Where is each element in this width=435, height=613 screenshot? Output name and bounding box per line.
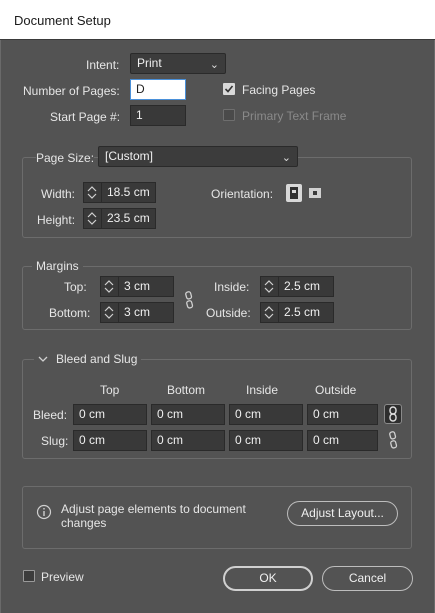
stepper-icon: [87, 212, 97, 225]
height-input[interactable]: 23.5 cm: [101, 208, 156, 229]
margin-outside-label: Outside:: [206, 306, 251, 320]
adjust-layout-message: Adjust page elements to document changes: [61, 502, 246, 530]
bleed-outside-input[interactable]: 0 cm: [307, 404, 378, 425]
start-page-input[interactable]: 1: [130, 105, 186, 126]
chevron-down-icon: ⌄: [281, 152, 291, 164]
margin-bottom-stepper[interactable]: [100, 302, 118, 323]
preview-label: Preview: [41, 570, 84, 584]
page-size-dropdown[interactable]: [Custom] ⌄: [98, 146, 298, 167]
slug-top-input[interactable]: 0 cm: [73, 430, 147, 451]
checkmark-icon: [224, 85, 234, 93]
intent-dropdown[interactable]: Print ⌄: [130, 53, 226, 74]
adjust-layout-button[interactable]: Adjust Layout...: [287, 501, 398, 526]
preview-checkbox[interactable]: [23, 570, 35, 582]
intent-value: Print: [137, 56, 162, 70]
margin-outside-input[interactable]: 2.5 cm: [278, 302, 334, 323]
slug-bottom-input[interactable]: 0 cm: [151, 430, 225, 451]
ok-button[interactable]: OK: [223, 566, 313, 591]
stepper-icon: [264, 306, 274, 319]
height-label: Height:: [37, 213, 76, 227]
landscape-orientation-icon[interactable]: [308, 186, 322, 200]
stepper-icon: [87, 186, 97, 199]
primary-text-frame-label: Primary Text Frame: [242, 109, 347, 123]
stepper-icon: [104, 306, 114, 319]
width-stepper[interactable]: [83, 182, 101, 203]
facing-pages-label: Facing Pages: [242, 83, 316, 97]
stepper-icon: [104, 280, 114, 293]
broken-link-icon[interactable]: [183, 291, 195, 309]
bleed-header-bottom: Bottom: [167, 383, 206, 397]
margin-inside-label: Inside:: [214, 280, 250, 294]
margin-inside-stepper[interactable]: [260, 276, 278, 297]
stepper-icon: [264, 280, 274, 293]
window-title: Document Setup: [14, 13, 111, 28]
broken-link-icon[interactable]: [386, 431, 400, 449]
margins-title: Margins: [32, 259, 83, 273]
page-size-value: [Custom]: [105, 149, 154, 163]
margin-top-stepper[interactable]: [100, 276, 118, 297]
info-icon: [36, 504, 52, 520]
margin-outside-stepper[interactable]: [260, 302, 278, 323]
slug-inside-input[interactable]: 0 cm: [229, 430, 303, 451]
portrait-orientation-icon[interactable]: [286, 184, 302, 202]
primary-text-frame-checkbox[interactable]: [223, 109, 235, 121]
chevron-down-icon: ⌄: [209, 59, 219, 71]
margin-bottom-label: Bottom:: [49, 306, 91, 320]
margin-bottom-input[interactable]: 3 cm: [118, 302, 174, 323]
bleed-label: Bleed:: [33, 408, 68, 422]
width-label: Width:: [41, 187, 76, 201]
bleed-bottom-input[interactable]: 0 cm: [151, 404, 225, 425]
number-of-pages-label: Number of Pages:: [23, 84, 120, 98]
height-stepper[interactable]: [83, 208, 101, 229]
margin-inside-input[interactable]: 2.5 cm: [278, 276, 334, 297]
bleed-top-input[interactable]: 0 cm: [73, 404, 147, 425]
title-bar: Document Setup: [0, 0, 435, 40]
intent-label: Intent:: [86, 58, 120, 72]
chevron-collapse-icon: [38, 356, 48, 362]
bleed-slug-title: Bleed and Slug: [56, 352, 138, 366]
slug-outside-input[interactable]: 0 cm: [307, 430, 378, 451]
slug-label: Slug:: [41, 434, 69, 448]
bleed-slug-header[interactable]: Bleed and Slug: [34, 352, 142, 366]
cancel-button[interactable]: Cancel: [322, 566, 413, 591]
chain-link-icon[interactable]: [384, 404, 402, 424]
number-of-pages-input[interactable]: D: [130, 79, 186, 100]
bleed-header-inside: Inside: [246, 383, 279, 397]
bleed-header-top: Top: [100, 383, 120, 397]
orientation-label: Orientation:: [211, 187, 274, 201]
start-page-label: Start Page #:: [50, 110, 121, 124]
bleed-inside-input[interactable]: 0 cm: [229, 404, 303, 425]
bleed-header-outside: Outside: [315, 383, 357, 397]
margin-top-input[interactable]: 3 cm: [118, 276, 174, 297]
facing-pages-checkbox[interactable]: [223, 83, 235, 95]
page-size-label: Page Size:: [36, 151, 95, 165]
margins-group: [22, 266, 412, 330]
margin-top-label: Top:: [64, 280, 87, 294]
width-input[interactable]: 18.5 cm: [101, 182, 156, 203]
